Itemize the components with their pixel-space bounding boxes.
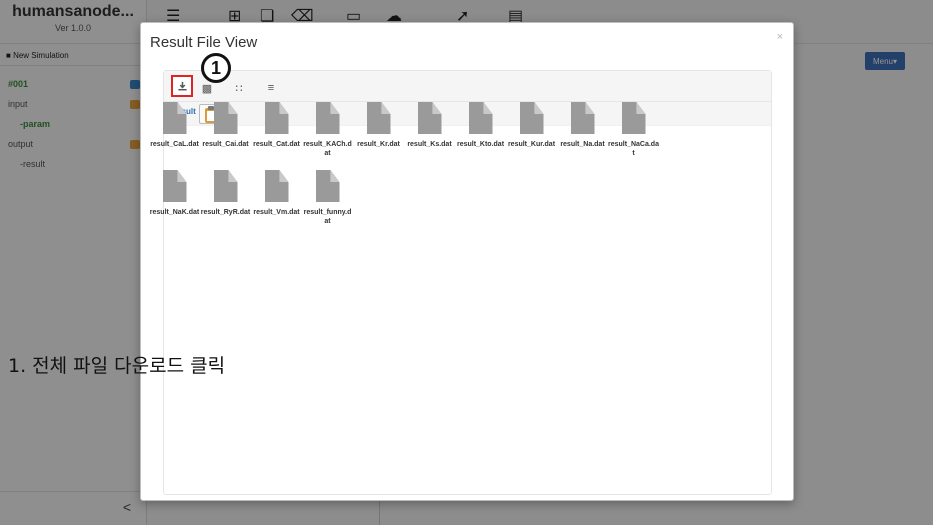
file-icon	[417, 102, 442, 134]
list-icon[interactable]: ≡	[261, 78, 281, 98]
file-name: result_RyR.dat	[200, 209, 251, 216]
file-icon	[162, 170, 187, 202]
file-icon	[519, 102, 544, 134]
grid-icon[interactable]: ∷	[229, 78, 249, 98]
file-item[interactable]: result_Cat.dat	[251, 100, 302, 168]
file-name: result_NaK.dat	[149, 209, 200, 216]
file-name: result_Vm.dat	[253, 209, 300, 216]
download-all-button[interactable]	[171, 75, 193, 97]
file-name: result_Ks.dat	[407, 141, 452, 148]
file-item[interactable]: result_CaL.dat	[149, 100, 200, 168]
file-icon	[213, 170, 238, 202]
file-toolbar: 1 ▩ ∷ ≡	[164, 53, 771, 102]
file-name: result_Kto.dat	[456, 141, 505, 148]
file-item[interactable]: result_RyR.dat	[200, 168, 251, 236]
file-name: result_Kur.dat	[507, 141, 556, 148]
file-item[interactable]: result_Cai.dat	[200, 100, 251, 168]
result-file-view-dialog: Result File View × 1 ▩ ∷ ≡ result result…	[140, 22, 794, 501]
close-button[interactable]: ×	[777, 31, 783, 43]
file-icon	[468, 102, 493, 134]
file-name: result_Cai.dat	[202, 141, 249, 148]
dialog-title: Result File View	[150, 34, 258, 51]
file-item[interactable]: result_Na.dat	[557, 100, 608, 168]
file-item[interactable]: result_KACh.dat	[302, 100, 353, 168]
file-item[interactable]: result_Kur.dat	[506, 100, 557, 168]
file-name: result_funny.dat	[303, 209, 352, 225]
file-item[interactable]: result_NaK.dat	[149, 168, 200, 236]
file-icon	[315, 102, 340, 134]
file-name: result_Kr.dat	[357, 141, 400, 148]
caption-text: 1. 전체 파일 다운로드 클릭	[8, 355, 226, 377]
file-item[interactable]: result_Ks.dat	[404, 100, 455, 168]
download-icon	[177, 81, 187, 90]
file-icon	[264, 102, 289, 134]
instruction-caption: 1. 전체 파일 다운로드 클릭	[8, 351, 225, 378]
file-icon	[570, 102, 595, 134]
file-item[interactable]: result_Kto.dat	[455, 100, 506, 168]
file-icon	[366, 102, 391, 134]
file-item[interactable]: result_Vm.dat	[251, 168, 302, 236]
file-name: result_KACh.dat	[303, 141, 352, 157]
file-icon	[621, 102, 646, 134]
file-item[interactable]: result_Kr.dat	[353, 100, 404, 168]
file-name: result_Cat.dat	[253, 141, 300, 148]
file-icon	[315, 170, 340, 202]
file-name: result_Na.dat	[560, 141, 605, 148]
file-name: result_NaCa.dat	[608, 141, 659, 157]
file-icon	[264, 170, 289, 202]
file-icon	[213, 102, 238, 134]
file-grid: result_CaL.dat result_Cai.dat result_Cat.d…	[149, 100, 709, 236]
file-item[interactable]: result_funny.dat	[302, 168, 353, 236]
file-icon	[162, 102, 187, 134]
file-name: result_CaL.dat	[150, 141, 199, 148]
file-item[interactable]: result_NaCa.dat	[608, 100, 659, 168]
folder-icon[interactable]: ▩	[197, 78, 217, 98]
